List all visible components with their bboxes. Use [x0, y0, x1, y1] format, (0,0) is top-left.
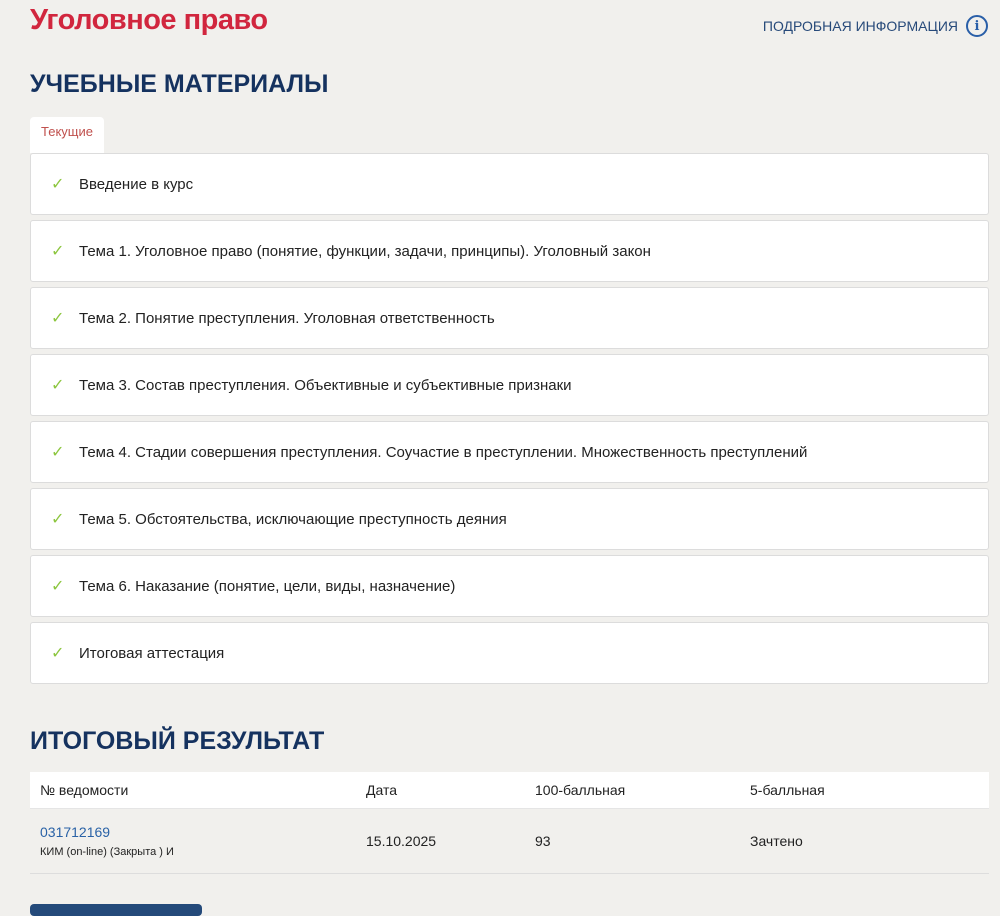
- material-title: Тема 4. Стадии совершения преступления. …: [79, 443, 808, 461]
- score100-cell: 93: [535, 833, 551, 849]
- material-item[interactable]: ✓ Тема 4. Стадии совершения преступления.…: [30, 421, 989, 483]
- materials-list: (function(){const d=JSON.parse(document.…: [30, 153, 989, 689]
- material-title: Тема 1. Уголовное право (понятие, функци…: [79, 242, 651, 260]
- tab-current[interactable]: Текущие: [30, 117, 104, 153]
- col-score5: 5-балльная: [750, 782, 825, 798]
- statement-note: КИМ (on-line) (Закрыта ) И: [40, 846, 174, 858]
- more-info-label: ПОДРОБНАЯ ИНФОРМАЦИЯ: [762, 18, 958, 34]
- material-title: Тема 3. Состав преступления. Объективные…: [79, 376, 572, 394]
- check-icon: ✓: [51, 511, 65, 528]
- check-icon: ✓: [51, 176, 65, 193]
- action-button[interactable]: [30, 904, 202, 916]
- material-item[interactable]: ✓ Тема 3. Состав преступления. Объективны…: [30, 354, 989, 416]
- material-item[interactable]: ✓ Тема 1. Уголовное право (понятие, функц…: [30, 220, 989, 282]
- material-item[interactable]: ✓ Итоговая аттестация: [30, 622, 989, 684]
- materials-heading: УЧЕБНЫЕ МАТЕРИАЛЫ: [30, 70, 329, 98]
- statement-number-link[interactable]: 031712169: [40, 824, 366, 840]
- table-row: 031712169 КИМ (on-line) (Закрыта ) И 15.…: [30, 809, 989, 874]
- page-title: Уголовное право: [30, 4, 268, 36]
- score5-cell: Зачтено: [750, 833, 803, 849]
- check-icon: ✓: [51, 578, 65, 595]
- check-icon: ✓: [51, 310, 65, 327]
- check-icon: ✓: [51, 243, 65, 260]
- material-title: Тема 2. Понятие преступления. Уголовная …: [79, 309, 495, 327]
- col-date: Дата: [366, 782, 398, 798]
- col-score100: 100-балльная: [535, 782, 626, 798]
- info-icon: i: [966, 15, 988, 37]
- col-number: № ведомости: [40, 782, 129, 798]
- results-table: № ведомости Дата 100-балльная 5-балльная…: [30, 772, 989, 874]
- check-icon: ✓: [51, 377, 65, 394]
- material-title: Итоговая аттестация: [79, 644, 225, 662]
- more-info-link[interactable]: ПОДРОБНАЯ ИНФОРМАЦИЯ i: [763, 15, 988, 37]
- material-title: Тема 6. Наказание (понятие, цели, виды, …: [79, 577, 456, 595]
- date-cell: 15.10.2025: [366, 833, 437, 849]
- material-item[interactable]: ✓ Введение в курс: [30, 153, 989, 215]
- material-item[interactable]: ✓ Тема 5. Обстоятельства, исключающие пре…: [30, 488, 989, 550]
- material-title: Тема 5. Обстоятельства, исключающие прес…: [79, 510, 507, 528]
- check-icon: ✓: [51, 444, 65, 461]
- material-item[interactable]: ✓ Тема 6. Наказание (понятие, цели, виды,…: [30, 555, 989, 617]
- material-title: Введение в курс: [79, 175, 194, 193]
- result-heading: ИТОГОВЫЙ РЕЗУЛЬТАТ: [30, 727, 325, 755]
- material-item[interactable]: ✓ Тема 2. Понятие преступления. Уголовная…: [30, 287, 989, 349]
- table-header: № ведомости Дата 100-балльная 5-балльная: [30, 772, 989, 809]
- check-icon: ✓: [51, 645, 65, 662]
